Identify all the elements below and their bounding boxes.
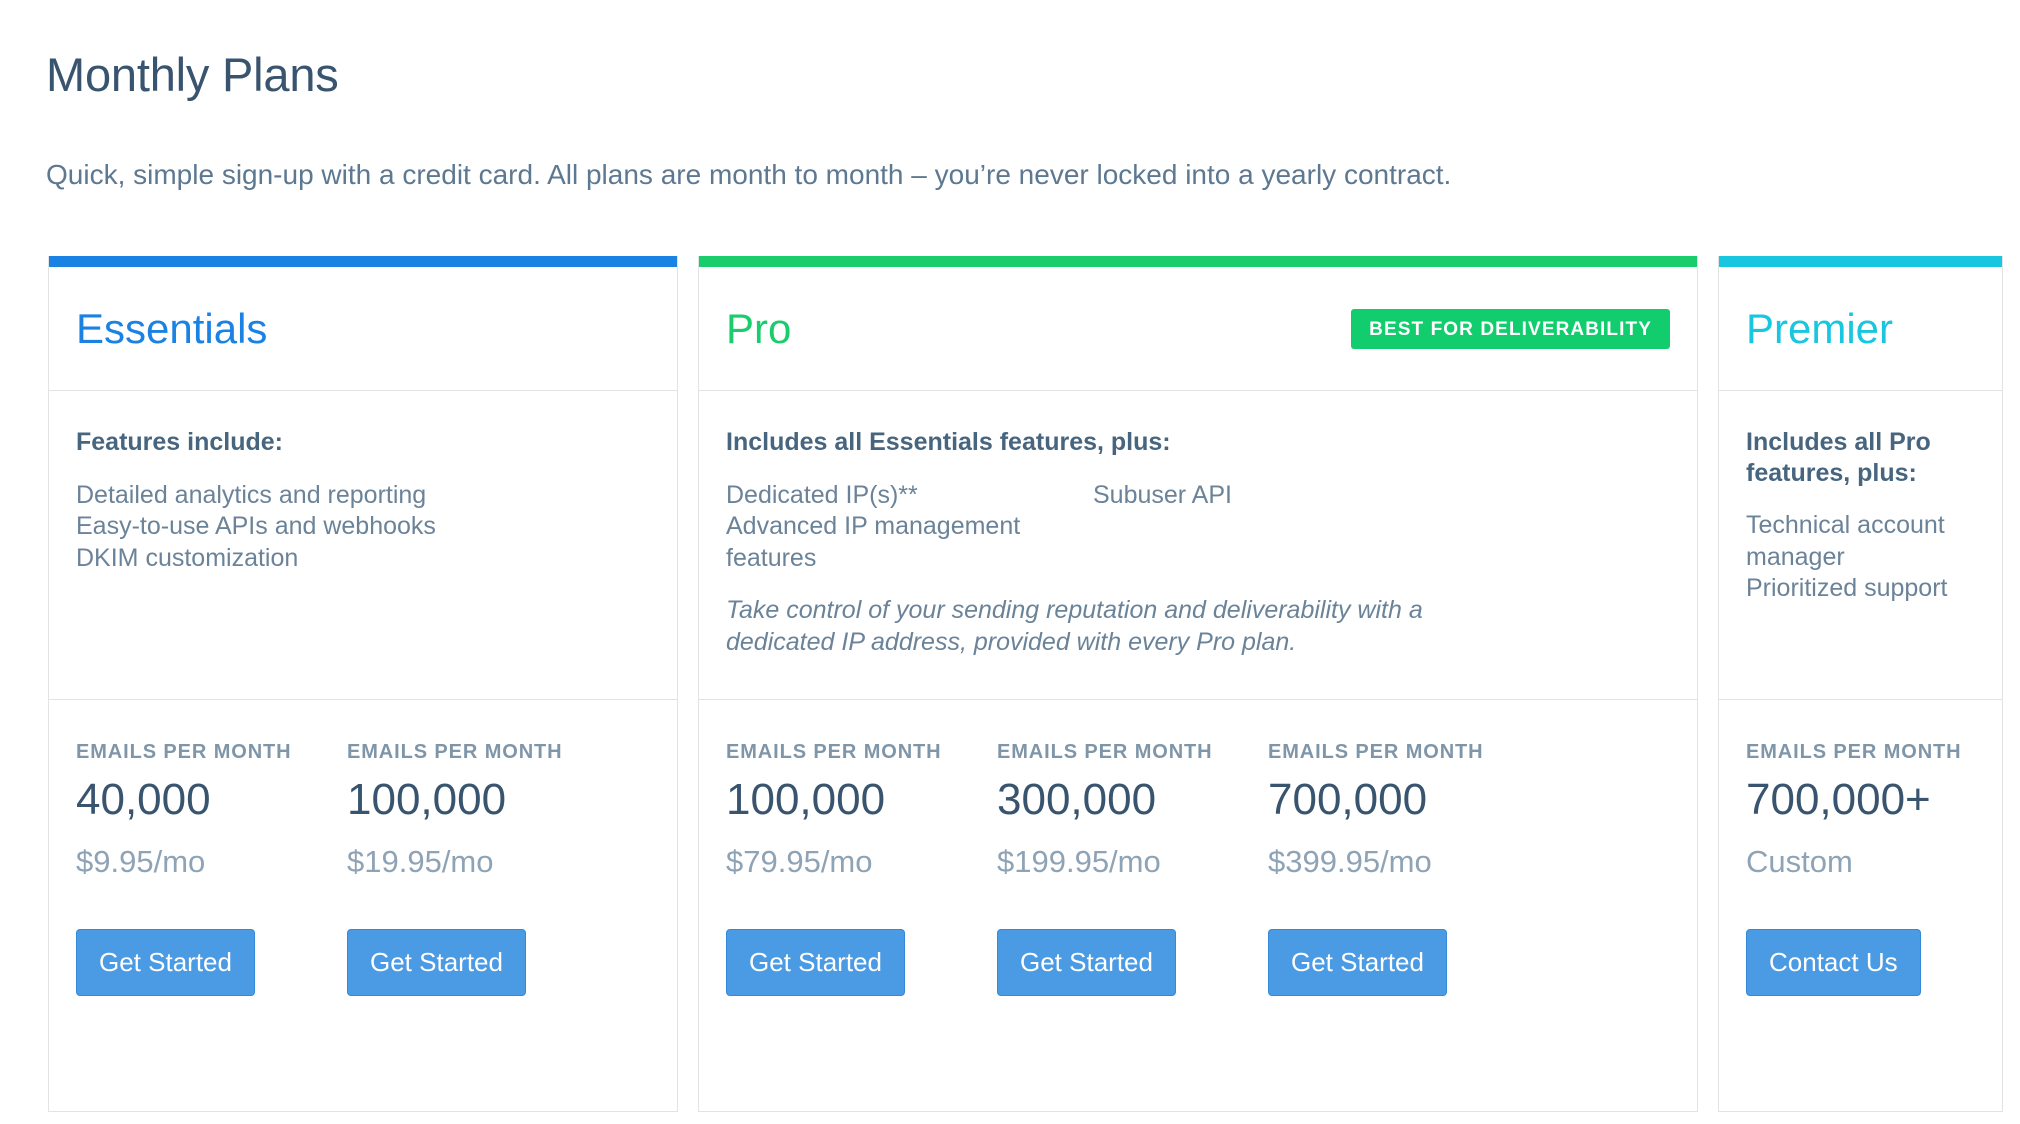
pricing-tier: EMAILS PER MONTH 100,000 $19.95/mo Get S… <box>347 742 618 996</box>
plan-features-pro: Includes all Essentials features, plus: … <box>699 391 1697 700</box>
pricing-tier: EMAILS PER MONTH 40,000 $9.95/mo Get Sta… <box>76 742 347 996</box>
plan-features-essentials: Features include: Detailed analytics and… <box>49 391 677 700</box>
plan-pricing-premier: EMAILS PER MONTH 700,000+ Custom Contact… <box>1719 700 2002 1111</box>
plan-accent-bar-essentials <box>49 256 677 267</box>
tier-volume: 100,000 <box>726 778 997 822</box>
tier-label: EMAILS PER MONTH <box>76 742 347 762</box>
pricing-tier: EMAILS PER MONTH 100,000 $79.95/mo Get S… <box>726 742 997 996</box>
tier-label: EMAILS PER MONTH <box>1268 742 1539 762</box>
plan-pricing-pro: EMAILS PER MONTH 100,000 $79.95/mo Get S… <box>699 700 1697 1111</box>
tier-label: EMAILS PER MONTH <box>726 742 997 762</box>
feature-item: Subuser API <box>1093 480 1670 512</box>
get-started-button[interactable]: Get Started <box>76 929 255 996</box>
tier-price: $79.95/mo <box>726 846 997 877</box>
pricing-tier: EMAILS PER MONTH 700,000+ Custom Contact… <box>1746 742 2003 996</box>
tier-volume: 700,000+ <box>1746 778 2003 822</box>
tier-label: EMAILS PER MONTH <box>347 742 618 762</box>
page-subtitle: Quick, simple sign-up with a credit card… <box>46 157 1451 193</box>
plan-features-premier: Includes all Pro features, plus: Technic… <box>1719 391 2002 700</box>
plan-card-list: Essentials Features include: Detailed an… <box>48 256 2003 1112</box>
tier-volume: 700,000 <box>1268 778 1539 822</box>
tier-price: $399.95/mo <box>1268 846 1539 877</box>
best-for-deliverability-badge: BEST FOR DELIVERABILITY <box>1351 309 1670 349</box>
plan-name-essentials: Essentials <box>76 308 267 350</box>
features-title-premier: Includes all Pro features, plus: <box>1746 427 1975 488</box>
contact-us-button[interactable]: Contact Us <box>1746 929 1921 996</box>
get-started-button[interactable]: Get Started <box>997 929 1176 996</box>
get-started-button[interactable]: Get Started <box>726 929 905 996</box>
feature-item: Advanced IP management features <box>726 511 1093 574</box>
tier-price: $19.95/mo <box>347 846 618 877</box>
plan-card-essentials: Essentials Features include: Detailed an… <box>48 256 678 1112</box>
plan-name-pro: Pro <box>726 308 791 350</box>
plan-header-premier: Premier <box>1719 267 2002 391</box>
tier-volume: 40,000 <box>76 778 347 822</box>
tier-label: EMAILS PER MONTH <box>1746 742 2003 762</box>
features-column-secondary-pro: Subuser API <box>1093 480 1670 575</box>
tier-price: $199.95/mo <box>997 846 1268 877</box>
tier-volume: 300,000 <box>997 778 1268 822</box>
features-column-primary-essentials: Detailed analytics and reporting Easy-to… <box>76 480 443 575</box>
plan-pricing-essentials: EMAILS PER MONTH 40,000 $9.95/mo Get Sta… <box>49 700 677 1111</box>
feature-item: DKIM customization <box>76 543 443 575</box>
plan-accent-bar-pro <box>699 256 1697 267</box>
plan-header-pro: Pro BEST FOR DELIVERABILITY <box>699 267 1697 391</box>
get-started-button[interactable]: Get Started <box>347 929 526 996</box>
feature-item: Prioritized support <box>1746 573 1975 605</box>
feature-item: Technical account manager <box>1746 510 1975 573</box>
feature-item: Dedicated IP(s)** <box>726 480 1093 512</box>
feature-item: Easy-to-use APIs and webhooks <box>76 511 443 543</box>
features-title-essentials: Features include: <box>76 427 650 458</box>
plan-header-essentials: Essentials <box>49 267 677 391</box>
feature-item: Detailed analytics and reporting <box>76 480 443 512</box>
page-title: Monthly Plans <box>46 47 339 103</box>
features-column-primary-premier: Technical account manager Prioritized su… <box>1746 510 1975 605</box>
pricing-tier: EMAILS PER MONTH 700,000 $399.95/mo Get … <box>1268 742 1539 996</box>
pricing-tier: EMAILS PER MONTH 300,000 $199.95/mo Get … <box>997 742 1268 996</box>
get-started-button[interactable]: Get Started <box>1268 929 1447 996</box>
features-title-pro: Includes all Essentials features, plus: <box>726 427 1670 458</box>
tier-price: Custom <box>1746 846 2003 877</box>
tier-label: EMAILS PER MONTH <box>997 742 1268 762</box>
features-column-primary-pro: Dedicated IP(s)** Advanced IP management… <box>726 480 1093 575</box>
pricing-page: Monthly Plans Quick, simple sign-up with… <box>0 0 2020 1124</box>
tier-price: $9.95/mo <box>76 846 347 877</box>
plan-name-premier: Premier <box>1746 308 1893 350</box>
plan-accent-bar-premier <box>1719 256 2002 267</box>
plan-card-pro: Pro BEST FOR DELIVERABILITY Includes all… <box>698 256 1698 1112</box>
tier-volume: 100,000 <box>347 778 618 822</box>
pro-dedicated-ip-note: Take control of your sending reputation … <box>726 594 1426 658</box>
plan-card-premier: Premier Includes all Pro features, plus:… <box>1718 256 2003 1112</box>
